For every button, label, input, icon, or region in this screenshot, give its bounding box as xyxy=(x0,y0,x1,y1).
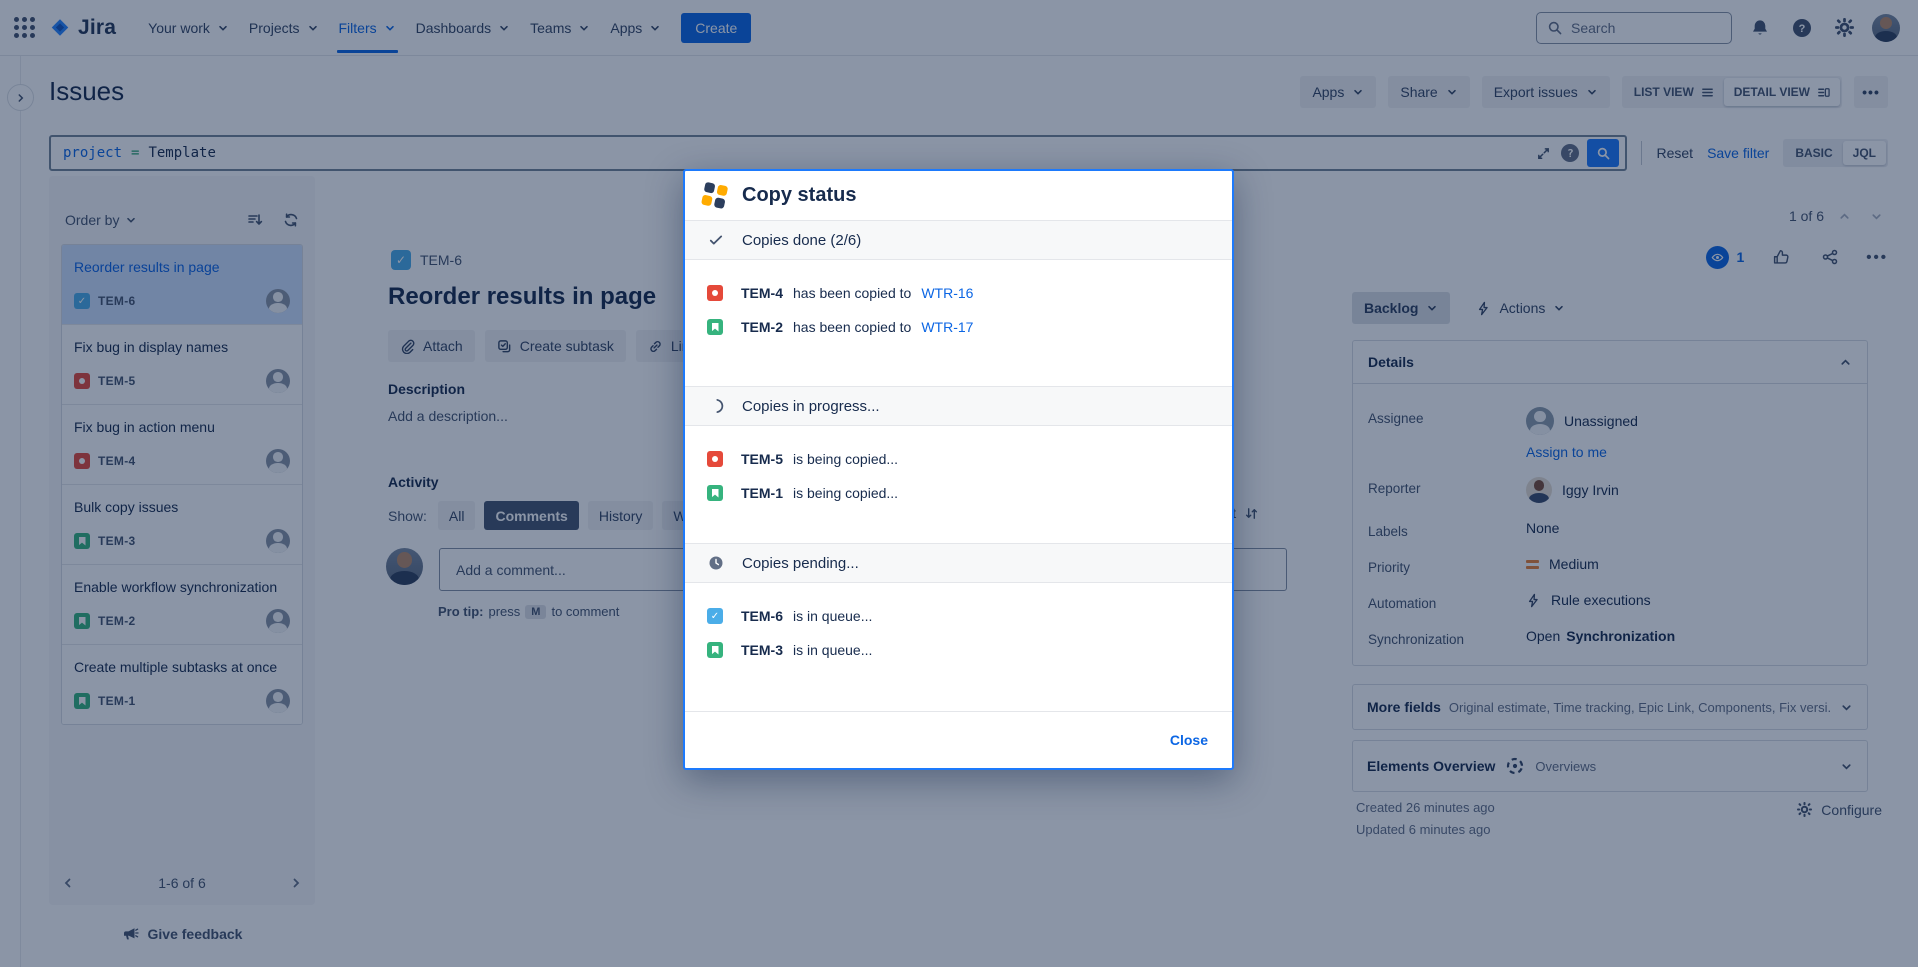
story-type-icon xyxy=(707,485,723,501)
modal-header: Copy status xyxy=(685,171,1232,220)
clock-icon xyxy=(707,555,725,571)
bug-type-icon xyxy=(707,285,723,301)
story-type-icon xyxy=(707,642,723,658)
jira-app: Jira Your work Projects Filters Dashboar… xyxy=(0,0,1918,967)
copies-in-progress-section-header: Copies in progress... xyxy=(685,386,1232,426)
copy-app-icon xyxy=(701,181,729,209)
close-button[interactable]: Close xyxy=(1170,732,1208,748)
copies-pending-rows: TEM-6 is in queue... TEM-3 is in queue..… xyxy=(685,583,1232,708)
story-type-icon xyxy=(707,319,723,335)
spinner-icon xyxy=(707,398,725,414)
copies-done-section-header: Copies done (2/6) xyxy=(685,220,1232,260)
copy-row-tem-3: TEM-3 is in queue... xyxy=(707,637,1210,663)
modal-footer: Close xyxy=(685,711,1232,768)
copy-row-tem-4: TEM-4 has been copied to WTR-16 xyxy=(707,280,1210,306)
modal-title: Copy status xyxy=(742,184,856,207)
copies-pending-section-header: Copies pending... xyxy=(685,543,1232,583)
copy-row-tem-6: TEM-6 is in queue... xyxy=(707,603,1210,629)
copy-row-tem-5: TEM-5 is being copied... xyxy=(707,446,1210,472)
check-icon xyxy=(707,232,725,248)
copy-status-modal: Copy status Copies done (2/6) TEM-4 has … xyxy=(683,169,1234,770)
bug-type-icon xyxy=(707,451,723,467)
task-type-icon xyxy=(707,608,723,624)
copy-row-tem-1: TEM-1 is being copied... xyxy=(707,480,1210,506)
copied-issue-link[interactable]: WTR-17 xyxy=(921,319,973,335)
copy-row-tem-2: TEM-2 has been copied to WTR-17 xyxy=(707,314,1210,340)
copies-done-rows: TEM-4 has been copied to WTR-16 TEM-2 ha… xyxy=(685,260,1232,386)
copied-issue-link[interactable]: WTR-16 xyxy=(921,285,973,301)
copies-in-progress-rows: TEM-5 is being copied... TEM-1 is being … xyxy=(685,426,1232,543)
